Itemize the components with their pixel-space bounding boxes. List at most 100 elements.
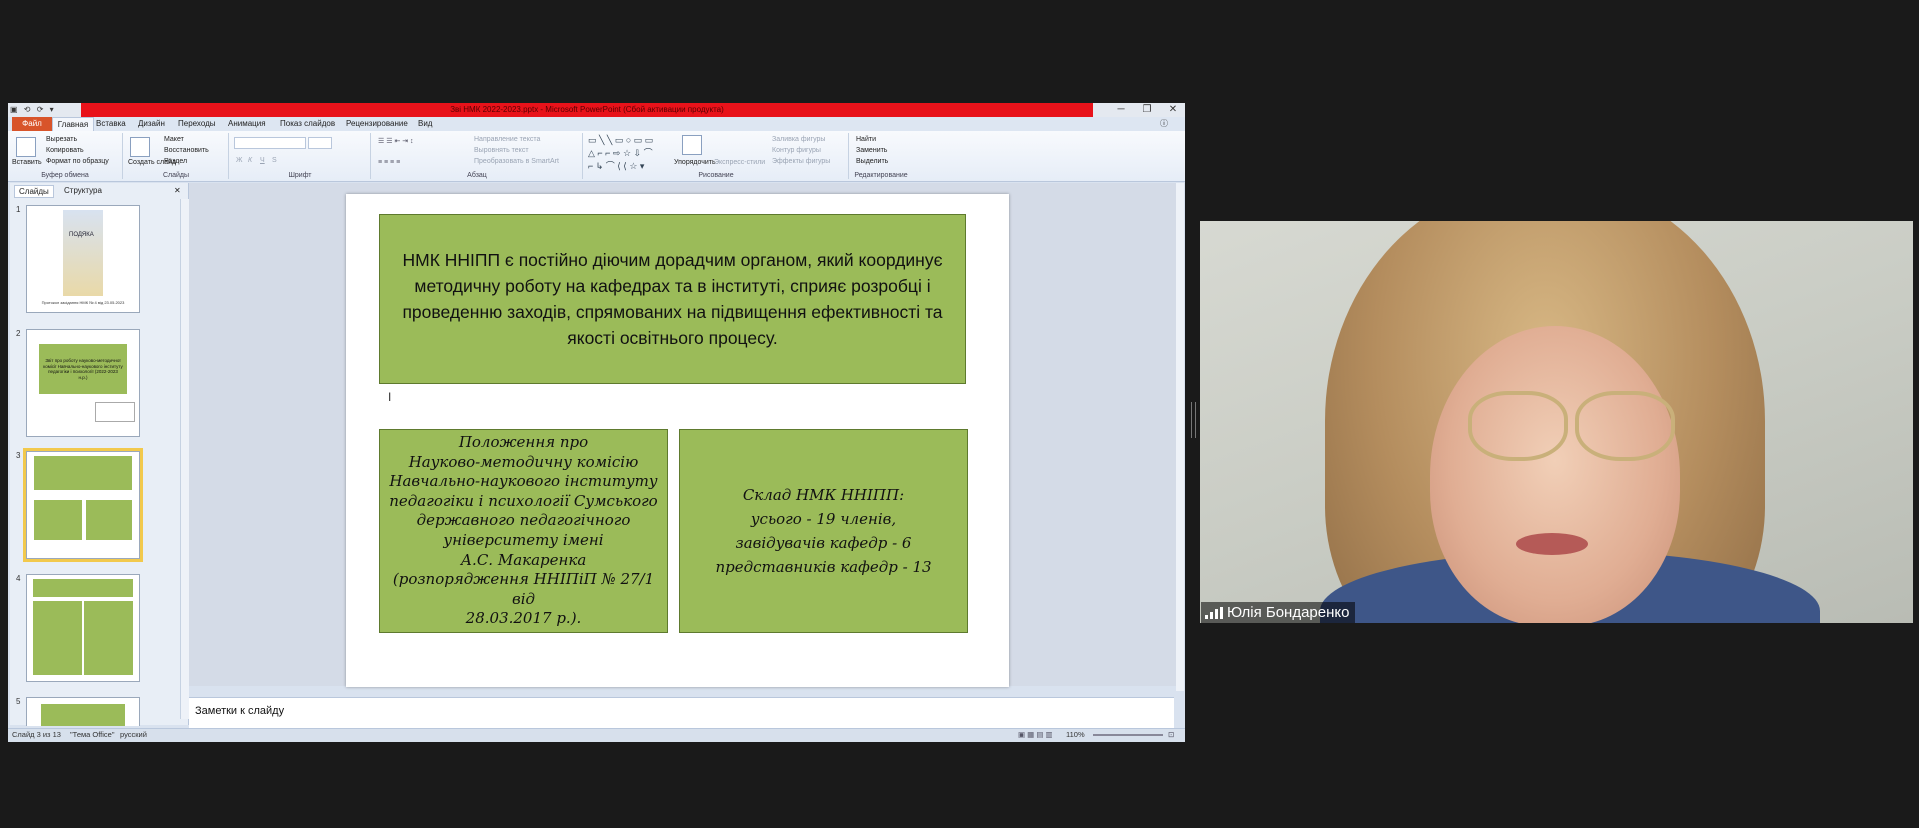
thumb-box xyxy=(34,456,132,490)
tab-file[interactable]: Файл xyxy=(12,117,52,131)
smartart-button[interactable]: Преобразовать в SmartArt xyxy=(474,158,559,165)
paste-button[interactable]: Вставить xyxy=(12,159,42,166)
language[interactable]: русский xyxy=(120,730,147,739)
bold-button[interactable]: Ж xyxy=(236,157,242,164)
layout-button[interactable]: Макет xyxy=(164,136,184,143)
font-size-select[interactable] xyxy=(308,137,332,149)
font-name-select[interactable] xyxy=(234,137,306,149)
regulation-line: педагогіки і психології Сумського xyxy=(389,491,658,510)
thumb-box xyxy=(84,601,133,675)
slide-thumb-2[interactable]: Звіт про роботу науково-методичної коміс… xyxy=(26,329,140,437)
tab-home[interactable]: Главная xyxy=(52,117,94,131)
regulation-line: Науково-методичну комісію xyxy=(408,452,639,471)
slide-scrollbar[interactable] xyxy=(1176,183,1184,691)
italic-button[interactable]: К xyxy=(248,157,252,164)
group-editing: Найти Заменить Выделить Редактирование xyxy=(850,133,912,179)
group-label: Шрифт xyxy=(288,172,312,179)
group-clipboard: Вставить Вырезать Копировать Формат по о… xyxy=(8,133,123,179)
composition-line: Склад НМК ННІПП: xyxy=(742,486,905,504)
replace-button[interactable]: Заменить xyxy=(856,147,887,154)
window-title: Зві НМК 2022-2023.pptx - Microsoft Power… xyxy=(450,105,724,114)
thumb-number: 3 xyxy=(16,451,21,460)
thumb-box xyxy=(33,601,82,675)
regulation-line: (розпорядження ННІПіП № 27/1 від xyxy=(392,570,655,608)
quick-access-toolbar[interactable]: ▣ ⟲ ⟳ ▾ xyxy=(10,105,56,114)
regulation-line: А.С. Макаренка xyxy=(460,550,587,569)
shape-effects-button[interactable]: Эффекты фигуры xyxy=(772,158,830,165)
format-painter-button[interactable]: Формат по образцу xyxy=(46,158,109,165)
close-panel-icon[interactable]: ✕ xyxy=(170,185,185,196)
tab-slides[interactable]: Слайды xyxy=(14,185,54,198)
section-button[interactable]: Раздел xyxy=(164,158,187,165)
zoom-level[interactable]: 110% xyxy=(1066,730,1085,739)
text-cursor-icon: I xyxy=(388,390,392,404)
reset-button[interactable]: Восстановить xyxy=(164,147,209,154)
tab-outline[interactable]: Структура xyxy=(60,185,106,196)
find-button[interactable]: Найти xyxy=(856,136,876,143)
slide-thumb-5[interactable] xyxy=(26,697,140,726)
close-button[interactable]: ✕ xyxy=(1161,103,1185,117)
new-slide-icon[interactable] xyxy=(130,137,150,157)
thumb-number: 4 xyxy=(16,574,21,583)
align-text-button[interactable]: Выровнять текст xyxy=(474,147,529,154)
arrange-button[interactable]: Упорядочить xyxy=(674,159,716,166)
theme-name[interactable]: "Тема Office" xyxy=(70,730,115,739)
notes-pane[interactable]: Заметки к слайду xyxy=(189,697,1174,728)
minimize-button[interactable]: ─ xyxy=(1109,103,1133,117)
slide-thumb-3[interactable] xyxy=(23,448,143,562)
tab-review[interactable]: Рецензирование xyxy=(346,117,408,131)
composition-box[interactable]: Склад НМК ННІПП: усього - 19 членів, зав… xyxy=(679,429,968,633)
group-slides: Создать слайд Макет Восстановить Раздел … xyxy=(124,133,229,179)
tab-view[interactable]: Вид xyxy=(418,117,432,131)
composition-line: представників кафедр - 13 xyxy=(715,558,932,576)
underline-button[interactable]: Ч xyxy=(260,157,265,164)
paste-icon[interactable] xyxy=(16,137,36,157)
certificate-image: ПОДЯКА xyxy=(63,210,103,296)
ribbon: Вставить Вырезать Копировать Формат по о… xyxy=(8,131,1185,182)
align-icon[interactable]: ≡ ≡ ≡ ≡ xyxy=(378,159,400,166)
group-label: Слайды xyxy=(162,172,190,179)
slide-thumb-1[interactable]: ПОДЯКА Протокол засідання НМК № 4 від 23… xyxy=(26,205,140,313)
arrange-icon[interactable] xyxy=(682,135,702,155)
group-drawing: ▭ ╲ ╲ ▭ ○ ▭ ▭ △ ⌐ ⌐ ⇨ ☆ ⇩ ⌒ ⌐ ↳ ⌒ ⟨ ⟨ ☆ ▾ … xyxy=(584,133,849,179)
quick-styles-button[interactable]: Экспресс-стили xyxy=(714,159,765,166)
participant-video xyxy=(1200,221,1913,623)
shapes-gallery-icon[interactable]: ▭ ╲ ╲ ▭ ○ ▭ ▭ △ ⌐ ⌐ ⇨ ☆ ⇩ ⌒ ⌐ ↳ ⌒ ⟨ ⟨ ☆ ▾ xyxy=(588,135,653,172)
split-handle[interactable] xyxy=(1191,402,1196,438)
slide-counter: Слайд 3 из 13 xyxy=(12,730,61,739)
select-button[interactable]: Выделить xyxy=(856,158,888,165)
thumb-note-box xyxy=(95,402,135,422)
title-bar: ▣ ⟲ ⟳ ▾ Зві НМК 2022-2023.pptx - Microso… xyxy=(8,103,1185,117)
tab-animation[interactable]: Анимация xyxy=(228,117,266,131)
regulation-line: 28.03.2017 р.). xyxy=(465,609,582,628)
zoom-slider[interactable] xyxy=(1093,734,1163,736)
help-icon[interactable]: ⓘ xyxy=(1160,117,1168,131)
tab-insert[interactable]: Вставка xyxy=(96,117,126,131)
fit-window-icon[interactable]: ⊡ xyxy=(1168,730,1174,739)
regulation-text: Положення про Науково-методичну комісію … xyxy=(384,433,663,629)
slide-thumb-4[interactable] xyxy=(26,574,140,682)
notes-placeholder: Заметки к слайду xyxy=(195,705,285,717)
composition-line: завідувачів кафедр - 6 xyxy=(735,534,912,552)
composition-text: Склад НМК ННІПП: усього - 19 членів, зав… xyxy=(715,483,931,579)
strike-button[interactable]: S xyxy=(272,157,277,164)
restore-button[interactable]: ❐ xyxy=(1135,103,1159,117)
description-box[interactable]: НМК ННІПП є постійно діючим дорадчим орг… xyxy=(379,214,966,384)
text-direction-button[interactable]: Направление текста xyxy=(474,136,540,143)
regulation-box[interactable]: Положення про Науково-методичну комісію … xyxy=(379,429,668,633)
shape-fill-button[interactable]: Заливка фигуры xyxy=(772,136,825,143)
thumb-title: ПОДЯКА xyxy=(69,232,94,238)
regulation-line: державного педагогічного xyxy=(416,511,631,530)
copy-button[interactable]: Копировать xyxy=(46,147,84,154)
cut-button[interactable]: Вырезать xyxy=(46,136,77,143)
tab-design[interactable]: Дизайн xyxy=(138,117,165,131)
tab-transitions[interactable]: Переходы xyxy=(178,117,216,131)
list-icon[interactable]: ☰ ☰ ⇤ ⇥ ↕ xyxy=(378,137,414,145)
thumb-box xyxy=(33,579,133,597)
shape-outline-button[interactable]: Контур фигуры xyxy=(772,147,821,154)
tab-slideshow[interactable]: Показ слайдов xyxy=(280,117,335,131)
panel-scrollbar[interactable] xyxy=(180,199,189,719)
group-paragraph: ☰ ☰ ⇤ ⇥ ↕ Направление текста Выровнять т… xyxy=(372,133,583,179)
current-slide[interactable]: НМК ННІПП є постійно діючим дорадчим орг… xyxy=(346,194,1009,687)
view-buttons-icon[interactable]: ▣ ▦ ▤ ▥ xyxy=(1018,730,1053,739)
